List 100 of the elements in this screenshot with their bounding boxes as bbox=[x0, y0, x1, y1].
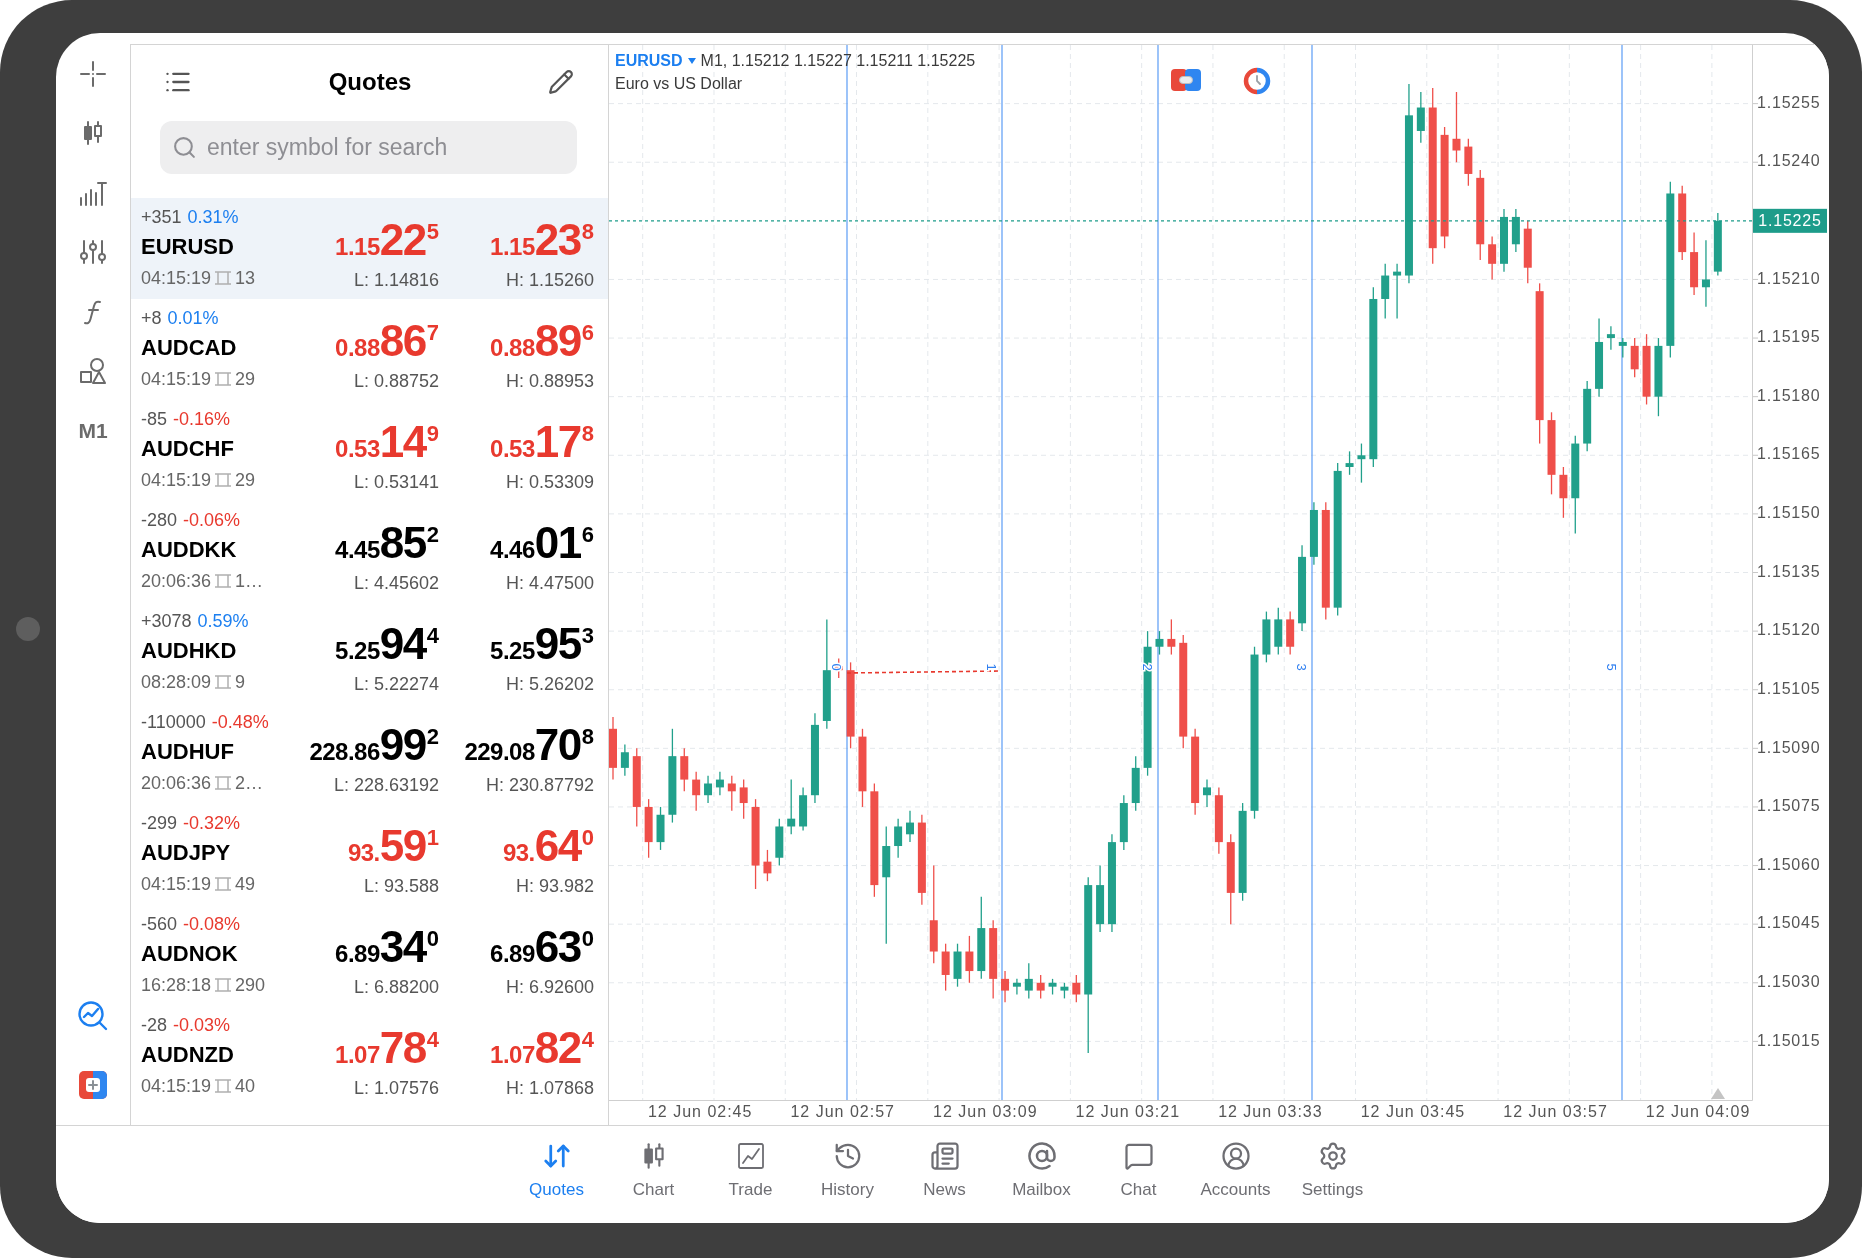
candlestick bbox=[1381, 263, 1390, 320]
sliders-icon[interactable] bbox=[79, 238, 107, 267]
price-axis-label: 1.15105 bbox=[1757, 679, 1821, 697]
tab-bar-item[interactable]: Chart bbox=[605, 1126, 702, 1223]
time-axis-label: 12 Jun 02:57 bbox=[790, 1103, 895, 1121]
search-field[interactable]: enter symbol for search bbox=[160, 121, 577, 174]
tab-bar-item[interactable]: Accounts bbox=[1187, 1126, 1284, 1223]
symbol-name: EURUSD bbox=[141, 236, 234, 258]
marker-label: 2 bbox=[1139, 663, 1155, 671]
tab-bar-item[interactable]: Chat bbox=[1090, 1126, 1187, 1223]
candlestick bbox=[1036, 974, 1045, 1000]
time-axis-label: 12 Jun 03:57 bbox=[1503, 1103, 1608, 1121]
panel-title: Quotes bbox=[328, 67, 412, 97]
symbol-name: AUDNOK bbox=[141, 943, 238, 965]
quote-time: 04:15:19 bbox=[141, 266, 212, 290]
line-chart-icon bbox=[735, 1141, 766, 1171]
symbol-description: Euro vs US Dollar bbox=[615, 73, 743, 94]
candlestick bbox=[739, 778, 748, 820]
time-axis-label: 12 Jun 02:45 bbox=[647, 1103, 753, 1121]
low-price: L: 93.588 bbox=[363, 875, 439, 897]
marker-label: 0 bbox=[828, 663, 844, 671]
price-axis-label: 1.15255 bbox=[1757, 93, 1821, 111]
chart-info: M1, 1.15212 1.15227 1.15211 1.15225 bbox=[700, 50, 976, 71]
ladder-icon bbox=[215, 1079, 232, 1093]
quote-time: 16:28:18 bbox=[141, 973, 212, 997]
user-circle-icon bbox=[1220, 1141, 1251, 1171]
high-price: H: 1.15260 bbox=[505, 269, 594, 291]
tab-bar-item[interactable]: Settings bbox=[1284, 1126, 1381, 1223]
ref-line-label: 1.15225 bbox=[1758, 212, 1822, 230]
low-price: L: 228.63192 bbox=[333, 774, 439, 796]
tab-bar-item[interactable]: Trade bbox=[702, 1126, 799, 1223]
high-price: H: 5.26202 bbox=[505, 673, 594, 695]
marker-label: 5 bbox=[1603, 663, 1619, 671]
vertical-marker-line[interactable] bbox=[1001, 45, 1003, 1101]
tab-bar-item[interactable]: Mailbox bbox=[993, 1126, 1090, 1223]
price-axis-label: 1.15195 bbox=[1757, 328, 1821, 346]
low-price: L: 0.53141 bbox=[353, 471, 439, 493]
shapes-icon[interactable] bbox=[78, 356, 108, 387]
ladder-icon bbox=[215, 271, 232, 285]
symbol-name: AUDHUF bbox=[141, 741, 234, 763]
high-price: H: 93.982 bbox=[515, 875, 594, 897]
change-points: -110000 bbox=[141, 710, 206, 734]
quote-time: 04:15:19 bbox=[141, 872, 212, 896]
tab-bar-item[interactable]: History bbox=[799, 1126, 896, 1223]
candlestick bbox=[1203, 778, 1211, 808]
spread-value: 29 bbox=[235, 367, 256, 391]
high-price: H: 4.47500 bbox=[505, 572, 594, 594]
candlestick bbox=[1452, 91, 1461, 163]
spread-value: 9 bbox=[235, 670, 246, 694]
tab-bar-item[interactable]: News bbox=[896, 1126, 993, 1223]
price-axis-label: 1.15210 bbox=[1757, 269, 1821, 287]
price-axis-label: 1.15015 bbox=[1757, 1031, 1821, 1049]
change-percent: -0.32% bbox=[183, 811, 241, 835]
vertical-marker-line[interactable] bbox=[1157, 45, 1159, 1101]
vertical-marker-line[interactable] bbox=[1621, 45, 1623, 1101]
spread-value: 2… bbox=[235, 771, 264, 795]
spread-value: 40 bbox=[235, 1074, 256, 1098]
split-tile-icon[interactable] bbox=[1171, 69, 1201, 91]
ladder-icon bbox=[215, 877, 232, 891]
price-axis-label: 1.15045 bbox=[1757, 914, 1821, 932]
price-axis-label: 1.15030 bbox=[1757, 973, 1821, 990]
triangle-marker-icon[interactable] bbox=[1711, 1088, 1725, 1099]
quote-time: 04:15:19 bbox=[141, 367, 212, 391]
change-points: -280 bbox=[141, 508, 178, 532]
clock-ring-icon[interactable] bbox=[1243, 67, 1271, 95]
price-axis-label: 1.15135 bbox=[1757, 562, 1821, 580]
at-sign-icon bbox=[1026, 1141, 1057, 1171]
crosshair-icon[interactable] bbox=[79, 59, 107, 88]
plus-tile-icon[interactable] bbox=[79, 1070, 107, 1099]
price-axis-label: 1.15060 bbox=[1757, 855, 1821, 873]
ladder-icon bbox=[215, 978, 232, 992]
candlestick bbox=[965, 935, 974, 984]
vertical-marker-line[interactable] bbox=[1311, 45, 1313, 1101]
change-percent: 0.31% bbox=[187, 205, 239, 229]
tab-bar-item[interactable]: Quotes bbox=[508, 1126, 605, 1223]
newspaper-icon bbox=[929, 1141, 960, 1171]
chart-magnifier-icon[interactable] bbox=[77, 999, 109, 1032]
candlestick bbox=[1167, 618, 1176, 656]
timeframe-button[interactable]: M1 bbox=[78, 415, 108, 447]
price-axis-label: 1.15150 bbox=[1757, 504, 1821, 522]
quote-time: 20:06:36 bbox=[141, 771, 212, 795]
candlestick bbox=[1155, 630, 1164, 656]
pencil-icon[interactable] bbox=[548, 69, 574, 95]
time-axis-label: 12 Jun 03:33 bbox=[1218, 1103, 1323, 1121]
candlestick-icon[interactable] bbox=[81, 119, 105, 148]
candlestick bbox=[1012, 978, 1021, 996]
price-axis-label: 1.15240 bbox=[1757, 152, 1821, 170]
search-icon bbox=[172, 135, 197, 160]
vertical-marker-line[interactable] bbox=[846, 45, 848, 1101]
low-price: L: 6.88200 bbox=[353, 976, 439, 998]
symbol-selector[interactable]: EURUSD bbox=[615, 48, 683, 73]
quote-time: 04:15:19 bbox=[141, 1074, 212, 1098]
marker-label: 1 bbox=[983, 663, 999, 671]
low-price: L: 5.22274 bbox=[353, 673, 439, 695]
symbol-name: AUDNZD bbox=[141, 1044, 234, 1066]
change-percent: -0.03% bbox=[173, 1013, 231, 1037]
quote-time: 08:28:09 bbox=[141, 670, 212, 694]
time-axis-label: 12 Jun 04:09 bbox=[1645, 1103, 1751, 1121]
candlestick bbox=[680, 747, 689, 792]
low-price: L: 0.88752 bbox=[353, 370, 439, 392]
